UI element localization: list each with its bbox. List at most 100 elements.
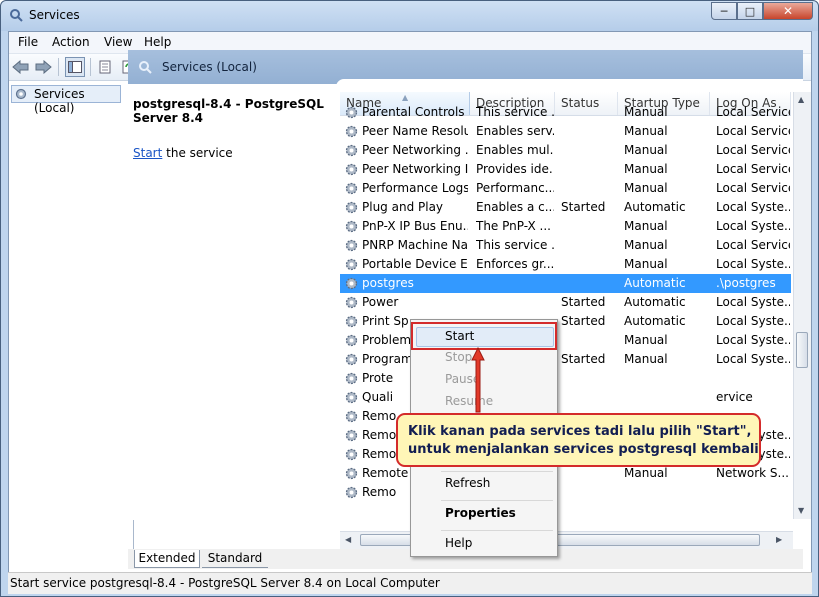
console-tree: Services (Local) [9, 81, 134, 551]
table-row[interactable]: Quali ervice [340, 388, 791, 407]
scroll-left-icon[interactable]: ◀ [345, 535, 351, 544]
status-bar: Start service postgresql-8.4 - PostgreSQ… [8, 572, 812, 594]
table-row[interactable]: Peer Name Resolu... Enables serv... Manual… [340, 122, 791, 141]
service-startup-type: Manual [624, 257, 668, 271]
service-gear-icon [345, 239, 358, 252]
table-row[interactable]: Portable Device E... Enforces gr... Manual… [340, 255, 791, 274]
callout-pointer-arrow-icon [471, 346, 485, 413]
console-tree-icon [68, 61, 82, 73]
vertical-scroll-thumb[interactable] [796, 332, 808, 368]
menu-item-start[interactable] [416, 327, 554, 347]
menu-action[interactable]: Action [52, 35, 90, 49]
service-name: Performance Logs... [362, 181, 468, 195]
show-hide-console-tree-button[interactable] [65, 57, 85, 77]
service-log-on-as: Local Syste... [716, 219, 790, 233]
scroll-right-icon[interactable]: ▶ [776, 535, 782, 544]
maximize-button[interactable]: □ [737, 2, 763, 20]
service-startup-type: Manual [624, 219, 668, 233]
table-row[interactable]: postgres Automatic .\postgres [340, 274, 791, 293]
service-startup-type: Manual [624, 124, 668, 138]
service-log-on-as: Local Syste... [716, 295, 790, 309]
menu-separator [441, 530, 553, 531]
close-icon: ✕ [782, 4, 794, 18]
menu-item-start-label[interactable]: Start [445, 329, 474, 343]
service-description: Enables serv... [476, 124, 554, 138]
minimize-icon: ─ [720, 4, 728, 18]
menu-item-help[interactable]: Help [445, 536, 472, 550]
menu-item-properties[interactable]: Properties [445, 506, 516, 520]
table-row[interactable]: Prote [340, 369, 791, 388]
details-pane: postgresql-8.4 - PostgreSQL Server 8.4 S… [128, 84, 336, 520]
minimize-button[interactable]: ─ [711, 2, 737, 20]
service-status: Started [561, 295, 606, 309]
service-gear-icon [345, 467, 358, 480]
service-gear-icon [345, 106, 358, 119]
service-name: PnP-X IP Bus Enu... [362, 219, 468, 233]
menu-item-refresh[interactable]: Refresh [445, 476, 490, 490]
service-log-on-as: Local Service [716, 238, 790, 252]
service-startup-type: Manual [624, 105, 668, 119]
tab-extended[interactable]: Extended [134, 550, 200, 568]
service-gear-icon [345, 163, 358, 176]
service-gear-icon [345, 486, 358, 499]
table-row[interactable]: Peer Networking I... Provides ide... Manua… [340, 160, 791, 179]
service-name: postgres [362, 276, 414, 290]
service-startup-type: Automatic [624, 295, 686, 309]
service-log-on-as: Local Service [716, 124, 790, 138]
properties-icon [99, 60, 111, 74]
pane-header-title: Services (Local) [162, 60, 257, 74]
tree-item-label: Services (Local) [34, 87, 85, 115]
service-description: Performanc... [476, 181, 554, 195]
service-description: Enables a c... [476, 200, 554, 214]
menu-item-stop: Stop [445, 350, 473, 364]
service-log-on-as: Local Syste... [716, 333, 790, 347]
toolbar-separator [58, 58, 59, 76]
table-row[interactable]: Plug and Play Enables a c... Started Automa… [340, 198, 791, 217]
service-startup-type: Manual [624, 333, 668, 347]
service-name: Plug and Play [362, 200, 444, 214]
tab-standard[interactable]: Standard [202, 550, 268, 568]
table-row[interactable]: Power Started Automatic Local Syste... [340, 293, 791, 312]
service-log-on-as: Network S... [716, 466, 789, 480]
vertical-scrollbar[interactable]: ▲ ▼ [793, 92, 811, 519]
forward-button[interactable] [33, 57, 53, 77]
horizontal-scrollbar[interactable]: ◀ ▶ [340, 531, 793, 549]
scroll-up-icon[interactable]: ▲ [798, 95, 804, 104]
table-row[interactable]: Performance Logs... Performanc... Manual Lo… [340, 179, 791, 198]
tree-item-services-local[interactable]: Services (Local) [11, 85, 121, 115]
table-row[interactable]: PNRP Machine Na... This service ... Manual… [340, 236, 791, 255]
menu-help[interactable]: Help [144, 35, 171, 49]
service-gear-icon [345, 220, 358, 233]
service-name: Peer Networking ... [362, 143, 468, 157]
service-description: Enforces gr... [476, 257, 554, 271]
service-startup-type: Automatic [624, 314, 686, 328]
menu-view[interactable]: View [104, 35, 132, 49]
table-row[interactable]: Remo [340, 483, 791, 502]
service-detail-title: postgresql-8.4 - PostgreSQL Server 8.4 [133, 97, 324, 125]
service-log-on-as: Local Syste... [716, 200, 790, 214]
back-button[interactable] [11, 57, 31, 77]
table-row[interactable]: Problem Manual Local Syste... [340, 331, 791, 350]
start-the-service-link[interactable]: Start [133, 146, 162, 160]
service-description: The PnP-X ... [476, 219, 551, 233]
title-bar[interactable]: Services ─ □ ✕ [1, 1, 818, 31]
table-row[interactable]: Print Sp Started Automatic Local Syste... [340, 312, 791, 331]
scroll-down-icon[interactable]: ▼ [798, 506, 804, 515]
table-row[interactable]: Parental Controls This service ... Manual L… [340, 103, 791, 122]
service-gear-icon [345, 296, 358, 309]
service-gear-icon [345, 182, 358, 195]
service-gear-icon [345, 372, 358, 385]
table-row[interactable]: Peer Networking ... Enables mul... Manual L… [340, 141, 791, 160]
table-row[interactable]: Program Started Manual Local Syste... [340, 350, 791, 369]
maximize-icon: □ [744, 4, 756, 18]
table-row[interactable]: PnP-X IP Bus Enu... The PnP-X ... Manual Lo… [340, 217, 791, 236]
service-gear-icon [345, 334, 358, 347]
menu-file[interactable]: File [18, 35, 38, 49]
service-gear-icon [345, 144, 358, 157]
status-text: Start service postgresql-8.4 - PostgreSQ… [10, 576, 440, 590]
service-startup-type: Manual [624, 143, 668, 157]
properties-button[interactable] [95, 57, 115, 77]
close-button[interactable]: ✕ [763, 2, 813, 20]
service-description: Enables mul... [476, 143, 554, 157]
service-gear-icon [345, 125, 358, 138]
